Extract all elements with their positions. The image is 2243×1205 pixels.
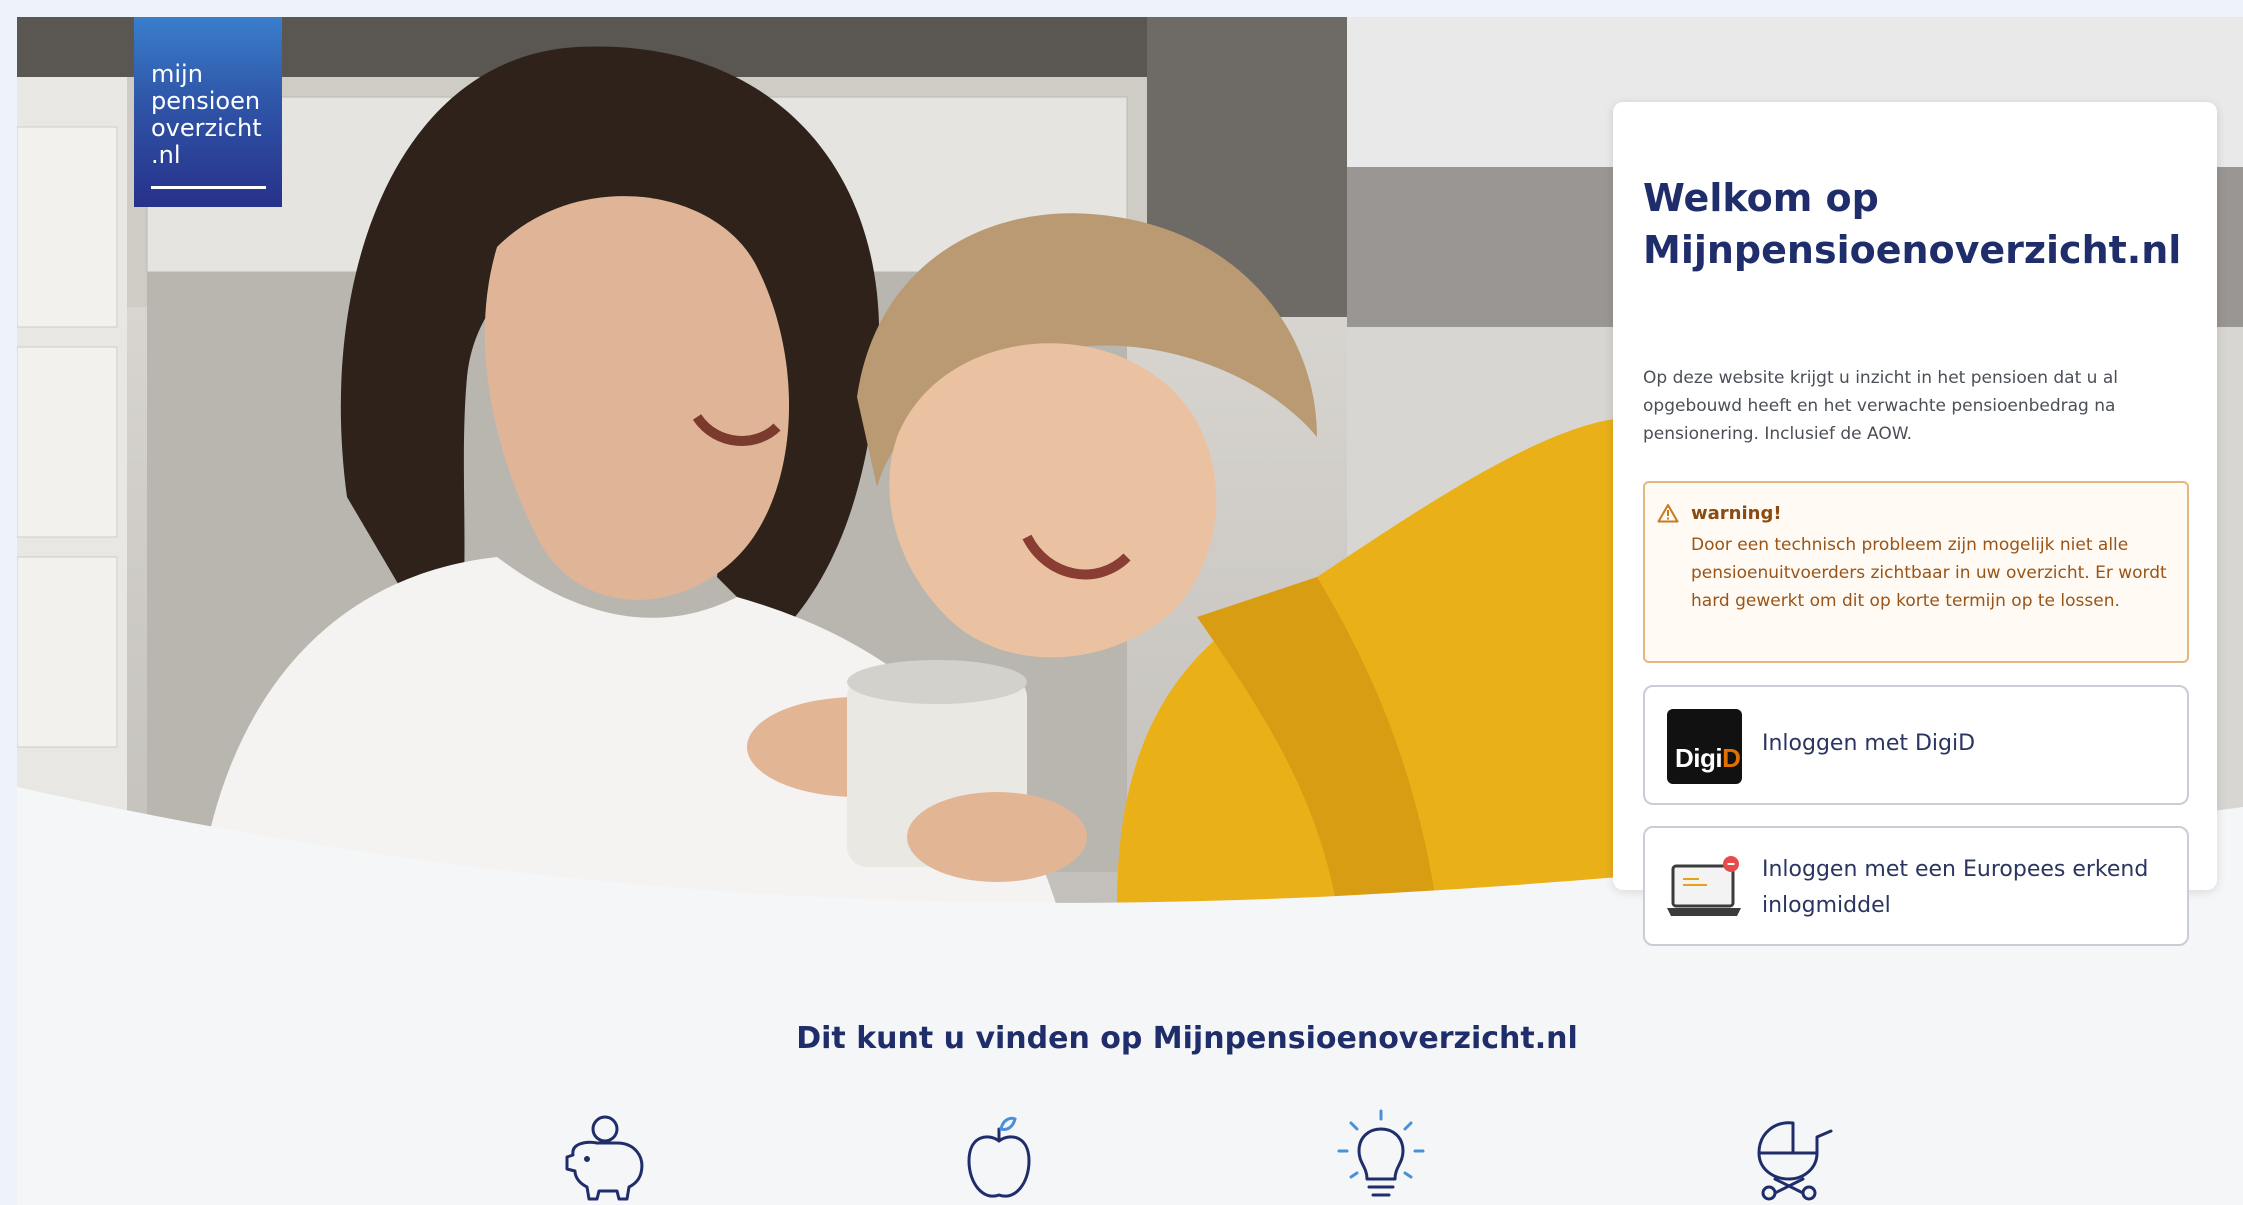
site-logo[interactable]: mijn pensioen overzicht .nl <box>134 17 282 207</box>
piggy-bank-icon <box>565 1115 644 1201</box>
logo-line-1: mijn <box>151 60 203 88</box>
baby-carriage-icon <box>1757 1121 1833 1201</box>
login-digid-button[interactable]: DigiD Inloggen met DigiD <box>1643 685 2189 805</box>
digid-button-label: Inloggen met DigiD <box>1762 731 1976 756</box>
warning-triangle-icon <box>1657 504 1679 523</box>
logo-line-3: overzicht <box>151 114 262 142</box>
warning-box: warning! Door een technisch probleem zij… <box>1643 481 2189 663</box>
welcome-title: Welkom op Mijnpensioenoverzicht.nl <box>1643 176 2182 272</box>
logo-underline <box>151 186 266 189</box>
apple-icon <box>967 1116 1031 1198</box>
warning-title: warning! <box>1691 503 1782 524</box>
digid-logo-text: DigiD <box>1675 743 1741 774</box>
laptop-icon <box>1667 856 1741 916</box>
lightbulb-icon <box>1337 1109 1425 1197</box>
digid-logo-text-d: D <box>1722 743 1741 773</box>
login-card: Welkom op Mijnpensioenoverzicht.nl Op de… <box>1613 102 2217 946</box>
logo-line-2: pensioen <box>151 87 261 115</box>
digid-logo-text-digi: Digi <box>1675 743 1723 773</box>
login-eu-button[interactable]: Inloggen met een Europees erkend inlogmi… <box>1643 826 2189 946</box>
warning-text: Door een technisch probleem zijn mogelij… <box>1691 535 2167 611</box>
digid-logo-icon: DigiD <box>1667 709 1742 784</box>
features-title: Dit kunt u vinden op Mijnpensioenoverzic… <box>796 1021 1578 1056</box>
page-frame: mijn pensioen overzicht .nl Welkom op Mi… <box>17 17 2243 1205</box>
logo-line-4: .nl <box>151 141 181 169</box>
eu-button-label: Inloggen met een Europees erkend inlogmi… <box>1762 857 2149 918</box>
intro-text: Op deze website krijgt u inzicht in het … <box>1643 368 2118 444</box>
